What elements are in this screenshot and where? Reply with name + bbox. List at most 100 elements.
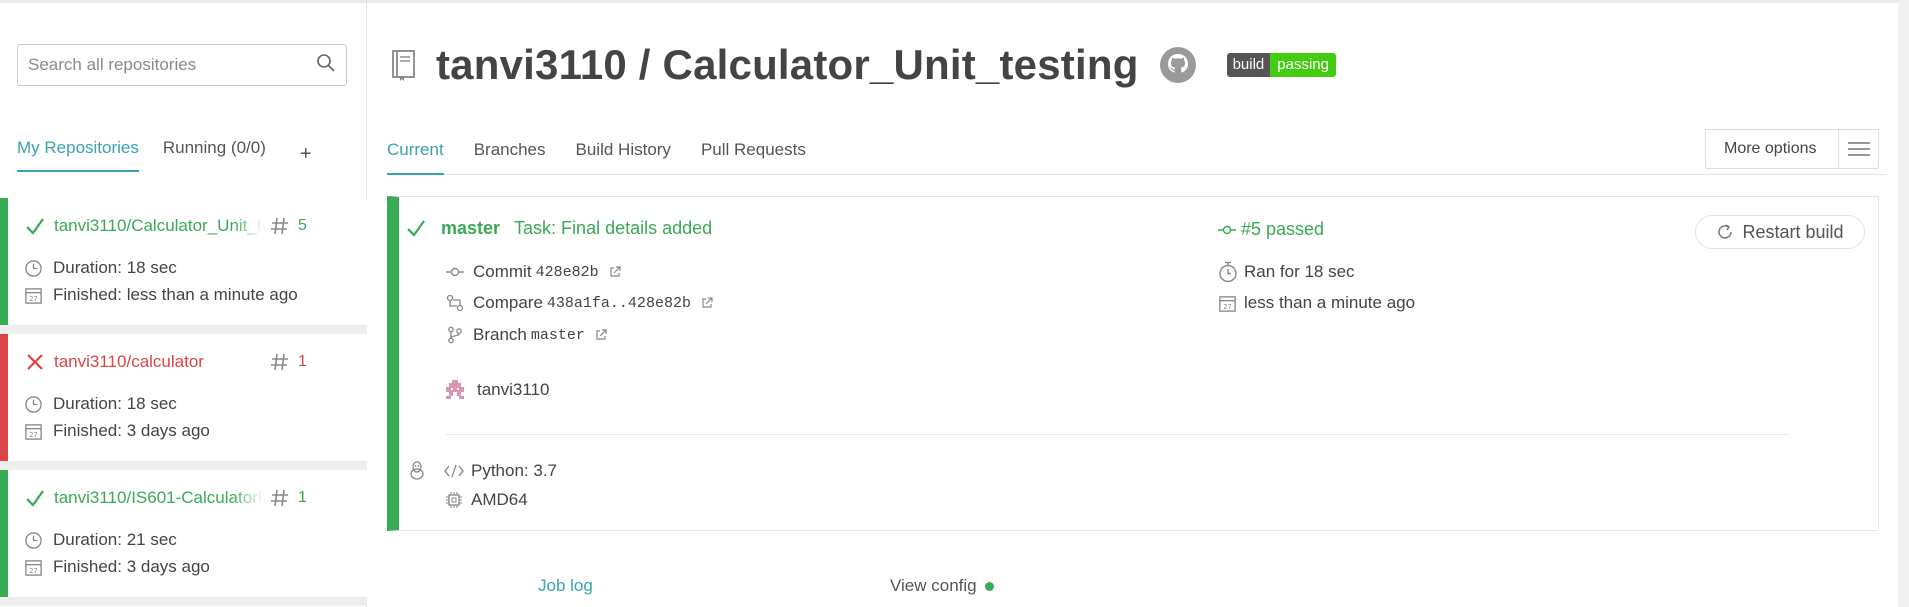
calendar-icon: 27 xyxy=(25,287,42,304)
external-link-icon[interactable] xyxy=(701,297,713,309)
view-config-link[interactable]: View config xyxy=(890,576,994,596)
branch-row: Branch master xyxy=(446,325,607,345)
code-icon xyxy=(444,464,464,478)
external-link-icon[interactable] xyxy=(595,329,607,341)
finished-text: Finished: less than a minute ago xyxy=(53,285,298,304)
svg-text:27: 27 xyxy=(29,295,37,303)
add-repository-button[interactable]: + xyxy=(300,144,312,176)
tab-branches[interactable]: Branches xyxy=(474,140,546,175)
divider xyxy=(0,325,367,334)
divider xyxy=(446,434,1789,435)
branch-name[interactable]: master xyxy=(441,218,500,239)
compare-icon xyxy=(446,294,464,312)
cpu-icon xyxy=(446,492,462,508)
main-content: tanvi3110 / Calculator_Unit_testing buil… xyxy=(368,0,1909,607)
language-row: Python: 3.7 xyxy=(444,461,557,481)
compare-range-link[interactable]: 438a1fa..428e82b xyxy=(547,295,691,312)
calendar-icon: 27 xyxy=(1219,295,1236,312)
duration-row: Duration: 21 sec xyxy=(24,530,177,550)
search-input[interactable] xyxy=(28,55,316,75)
hash-icon xyxy=(271,353,288,371)
commit-row: Commit 428e82b xyxy=(446,262,621,282)
build-number[interactable]: 5 xyxy=(298,217,307,235)
ran-for-text: Ran for 18 sec xyxy=(1244,262,1355,281)
arch-text: AMD64 xyxy=(471,490,528,509)
commit-label: Commit xyxy=(473,262,532,281)
repo-card[interactable]: tanvi3110/IS601-CalculatorProject 1 Dura… xyxy=(0,470,367,597)
job-log-link[interactable]: Job log xyxy=(538,576,593,596)
branch-value-link[interactable]: master xyxy=(531,327,585,344)
sidebar: My Repositories Running (0/0) + tanvi311… xyxy=(0,0,367,607)
repository-icon xyxy=(392,50,415,81)
build-status-text: #5 passed xyxy=(1241,219,1325,239)
more-options-button[interactable]: More options xyxy=(1705,129,1879,169)
repo-name-link[interactable]: tanvi3110/calculator xyxy=(54,352,264,372)
avatar xyxy=(444,379,466,401)
check-icon xyxy=(26,490,44,507)
scrollbar[interactable] xyxy=(1898,0,1909,607)
build-status[interactable]: #5 passed xyxy=(1218,219,1324,240)
linux-icon xyxy=(410,461,424,480)
build-summary: master Task: Final details added xyxy=(405,217,712,239)
repo-card[interactable]: tanvi3110/Calculator_Unit_testing 5 Dura… xyxy=(0,198,367,325)
duration-text: Duration: 18 sec xyxy=(53,394,177,413)
tab-my-repositories[interactable]: My Repositories xyxy=(17,138,139,172)
check-icon xyxy=(407,220,425,237)
search-icon[interactable] xyxy=(316,53,336,78)
tab-current[interactable]: Current xyxy=(387,140,444,175)
commit-sha-link[interactable]: 428e82b xyxy=(536,264,599,281)
current-build-panel: master Task: Final details added #5 pass… xyxy=(387,196,1879,531)
repo-name-link[interactable]: tanvi3110/Calculator_Unit_testing xyxy=(54,216,264,236)
arch-row: AMD64 xyxy=(446,490,528,510)
config-status-dot xyxy=(984,581,994,591)
stopwatch-icon xyxy=(1219,261,1237,283)
tab-running[interactable]: Running (0/0) xyxy=(163,138,266,170)
clock-icon xyxy=(25,259,42,277)
calendar-icon: 27 xyxy=(25,559,42,576)
branch-label: Branch xyxy=(473,325,527,344)
finished-text: Finished: 3 days ago xyxy=(53,557,210,576)
build-number[interactable]: 1 xyxy=(298,353,307,371)
repo-card[interactable]: tanvi3110/calculator 1 Duration: 18 sec … xyxy=(0,334,367,461)
calendar-icon: 27 xyxy=(25,423,42,440)
commit-icon xyxy=(1218,225,1236,234)
cross-icon xyxy=(27,354,43,370)
more-options-label: More options xyxy=(1724,140,1817,157)
language-text: Python: 3.7 xyxy=(471,461,558,480)
build-number[interactable]: 1 xyxy=(298,489,307,507)
restart-build-label: Restart build xyxy=(1742,221,1844,242)
finished-text: Finished: 3 days ago xyxy=(53,421,210,440)
branch-icon xyxy=(448,326,462,344)
commit-message[interactable]: Task: Final details added xyxy=(514,218,712,239)
finished-row: 27 Finished: less than a minute ago xyxy=(24,285,298,305)
finished-text: less than a minute ago xyxy=(1244,293,1416,312)
author-name[interactable]: tanvi3110 xyxy=(477,380,549,400)
divider xyxy=(0,461,367,470)
github-icon[interactable] xyxy=(1159,46,1197,84)
restart-build-button[interactable]: Restart build xyxy=(1695,215,1865,249)
tab-build-history[interactable]: Build History xyxy=(576,140,671,175)
hash-icon xyxy=(271,217,288,235)
divider xyxy=(0,597,367,606)
search-box[interactable] xyxy=(17,44,347,86)
external-link-icon[interactable] xyxy=(609,266,621,278)
finished-row: 27 Finished: 3 days ago xyxy=(24,557,210,577)
repo-name-link[interactable]: tanvi3110/IS601-CalculatorProject xyxy=(54,488,264,508)
hamburger-menu-icon[interactable] xyxy=(1838,130,1878,168)
author-row: tanvi3110 xyxy=(444,379,549,401)
svg-text:27: 27 xyxy=(1223,303,1231,311)
duration-row: Duration: 18 sec xyxy=(24,394,177,414)
repo-tabs: Current Branches Build History Pull Requ… xyxy=(387,140,1887,175)
svg-text:27: 27 xyxy=(29,567,37,575)
hash-icon xyxy=(271,489,288,507)
duration-row: Duration: 18 sec xyxy=(24,258,177,278)
duration-text: Duration: 21 sec xyxy=(53,530,177,549)
repo-header: tanvi3110 / Calculator_Unit_testing buil… xyxy=(390,38,1336,92)
duration-text: Duration: 18 sec xyxy=(53,258,177,277)
compare-row: Compare 438a1fa..428e82b xyxy=(446,293,713,313)
clock-icon xyxy=(25,395,42,413)
tab-pull-requests[interactable]: Pull Requests xyxy=(701,140,806,175)
check-icon xyxy=(26,218,44,235)
clock-icon xyxy=(25,531,42,549)
build-status-badge[interactable]: build passing xyxy=(1226,53,1336,77)
